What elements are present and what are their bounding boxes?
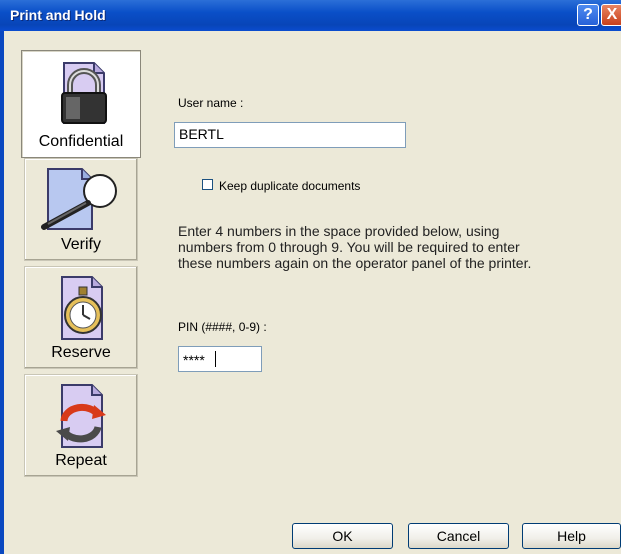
title-bar[interactable]: Print and Hold ? X [0, 0, 621, 31]
user-name-label: User name : [178, 96, 244, 110]
sidebar-item-reserve[interactable]: Reserve [24, 266, 138, 369]
instructions-line-2: numbers from 0 through 9. You will be re… [178, 239, 520, 255]
sidebar-item-label: Repeat [55, 452, 107, 469]
padlock-icon [61, 62, 107, 124]
sidebar-item-label: Verify [60, 236, 101, 253]
user-name-field[interactable]: BERTL [174, 122, 406, 148]
keep-duplicates-label: Keep duplicate documents [219, 179, 361, 193]
sidebar-item-verify[interactable]: Verify [24, 158, 138, 261]
user-name-value: BERTL [179, 126, 224, 142]
mode-sidebar: Confidential Verify Reserve Repeat [21, 50, 143, 480]
cancel-button[interactable]: Cancel [408, 523, 509, 549]
sidebar-item-label: Confidential [38, 133, 124, 150]
sidebar-item-repeat[interactable]: Repeat [24, 374, 138, 477]
stopwatch-icon [61, 276, 103, 340]
window-border [0, 31, 4, 554]
help-button[interactable]: Help [522, 523, 621, 549]
pin-label: PIN (####, 0-9) : [178, 320, 267, 334]
instructions-line-1: Enter 4 numbers in the space provided be… [178, 223, 500, 239]
ok-button[interactable]: OK [292, 523, 393, 549]
close-icon: X [606, 6, 618, 23]
sidebar-item-confidential[interactable]: Confidential [21, 50, 141, 158]
question-icon: ? [583, 6, 593, 23]
close-button[interactable]: X [601, 4, 621, 26]
keep-duplicates-checkbox[interactable] [202, 179, 213, 190]
pin-value: **** [183, 352, 205, 368]
sidebar-item-label: Reserve [51, 344, 111, 361]
repeat-arrows-icon [56, 384, 106, 448]
help-title-button[interactable]: ? [577, 4, 599, 26]
instructions-line-3: these numbers again on the operator pane… [178, 255, 532, 271]
window-title: Print and Hold [10, 7, 106, 23]
magnifier-icon [41, 168, 117, 230]
pin-field[interactable]: **** [178, 346, 262, 372]
text-caret [215, 351, 216, 367]
